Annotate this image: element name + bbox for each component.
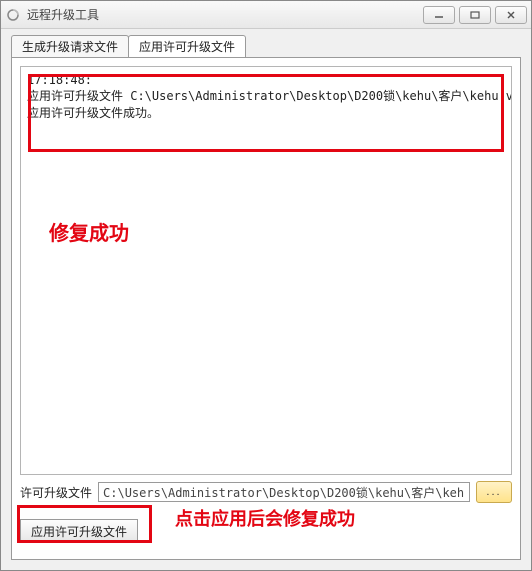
tab-panel-apply: 17:18:48: 应用许可升级文件 C:\Users\Administrato…	[11, 57, 521, 560]
maximize-button[interactable]	[459, 6, 491, 24]
main-window: 远程升级工具 生成升级请求文件 应用许可升级文件 17:18:48: 应用许可升…	[0, 0, 532, 571]
annotation-box-apply	[17, 505, 152, 543]
close-button[interactable]	[495, 6, 527, 24]
tab-bar: 生成升级请求文件 应用许可升级文件	[11, 35, 521, 57]
path-input[interactable]	[98, 482, 470, 502]
minimize-icon	[434, 11, 444, 19]
annotation-hint: 点击应用后会修复成功	[175, 509, 355, 529]
path-row: 许可升级文件 ...	[20, 481, 512, 503]
tab-apply[interactable]: 应用许可升级文件	[128, 35, 246, 57]
annotation-success: 修复成功	[49, 217, 129, 246]
browse-button[interactable]: ...	[476, 481, 512, 503]
close-icon	[506, 11, 516, 19]
titlebar: 远程升级工具	[1, 1, 531, 29]
window-title: 远程升级工具	[27, 6, 423, 23]
window-controls	[423, 6, 527, 24]
annotation-box-log	[28, 74, 504, 152]
maximize-icon	[470, 11, 480, 19]
apply-row: 应用许可升级文件 点击应用后会修复成功	[20, 511, 512, 551]
log-textarea[interactable]: 17:18:48: 应用许可升级文件 C:\Users\Administrato…	[20, 66, 512, 475]
minimize-button[interactable]	[423, 6, 455, 24]
app-icon	[5, 7, 21, 23]
tab-generate[interactable]: 生成升级请求文件	[11, 35, 129, 57]
path-label: 许可升级文件	[20, 484, 92, 501]
client-area: 生成升级请求文件 应用许可升级文件 17:18:48: 应用许可升级文件 C:\…	[1, 29, 531, 570]
